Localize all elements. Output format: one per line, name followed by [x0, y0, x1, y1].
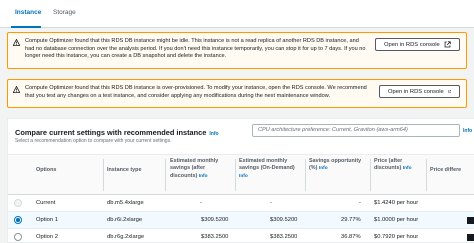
column-info-link[interactable]: Info	[239, 174, 248, 179]
cell-option: Option 2	[36, 234, 58, 240]
panel-title: Compare current settings with recommende…	[15, 128, 219, 137]
cell-savings-ondemand: $309.5200	[270, 217, 298, 223]
column-header-label: Estimated monthly savings (after discoun…	[170, 158, 219, 179]
tab-instance[interactable]: Instance	[15, 9, 41, 16]
open-rds-console-label: Open in RDS console	[384, 41, 440, 48]
external-link-icon	[444, 41, 451, 48]
column-header-label: Price (after discounts)	[374, 158, 403, 172]
open-rds-console-button-2[interactable]: Open in RDS console	[379, 85, 460, 98]
open-rds-console-label: Open in RDS console	[388, 88, 444, 95]
column-header-savings-after-discounts[interactable]: Estimated monthly savings (after discoun…	[170, 158, 230, 180]
cell-price: $0.7920 per hour	[374, 234, 419, 240]
panel-info-link[interactable]: Info	[209, 131, 218, 137]
tab-bar: Instance Storage	[0, 0, 474, 28]
column-header-price-difference[interactable]: Price differe	[430, 167, 461, 174]
cell-option: Option 1	[36, 217, 58, 223]
price-difference-bar	[467, 234, 474, 241]
open-rds-console-button-1[interactable]: Open in RDS console	[375, 38, 460, 51]
column-divider	[370, 159, 371, 191]
cell-price: $1.4240 per hour	[374, 200, 419, 206]
cell-savings-after: $309.5200	[201, 217, 229, 223]
active-tab-indicator	[11, 26, 41, 28]
warning-icon	[13, 86, 20, 93]
column-info-link[interactable]: Info	[199, 174, 208, 179]
cell-price: $1.0000 per hour	[374, 217, 419, 223]
preference-info-link[interactable]: Info	[463, 128, 472, 134]
cell-opportunity: 36.87%	[341, 234, 361, 240]
panel-subtitle: Select a recommendation option to compar…	[15, 138, 172, 144]
table-row[interactable]: Option 2 db.r6g.2xlarge $383.2500 $383.2…	[8, 229, 474, 243]
cell-option: Current	[36, 200, 56, 206]
column-info-link[interactable]: Info	[403, 166, 412, 171]
column-divider	[235, 159, 236, 191]
table-header: Options Instance type Estimated monthly …	[8, 154, 474, 195]
external-link-icon	[448, 90, 451, 93]
column-header-instance-type[interactable]: Instance type	[107, 167, 141, 174]
option-radio-1[interactable]	[14, 216, 22, 224]
cell-instance-type: db.m5.4xlarge	[107, 200, 144, 206]
compare-settings-panel: Compare current settings with recommende…	[7, 118, 474, 243]
column-header-savings-on-demand[interactable]: Estimated monthly savings (On-Demand) In…	[239, 158, 299, 180]
idle-warning-text: Compute Optimizer found that this RDS DB…	[25, 38, 366, 60]
cell-savings-ondemand: -	[270, 200, 272, 206]
tab-storage[interactable]: Storage	[53, 9, 76, 16]
column-info-link[interactable]: Info	[319, 166, 328, 171]
table-row[interactable]: Option 1 db.r6i.2xlarge $309.5200 $309.5…	[8, 212, 474, 229]
cell-savings-after: $383.2500	[201, 234, 229, 240]
app-root: Instance Storage Compute Optimizer found…	[0, 0, 474, 243]
column-divider	[165, 159, 166, 191]
option-radio-2[interactable]	[14, 233, 22, 241]
cell-instance-type: db.r6i.2xlarge	[107, 217, 143, 223]
overprovisioned-warning-text: Compute Optimizer found that this RDS DB…	[25, 85, 367, 99]
cell-savings-after: -	[200, 200, 202, 206]
column-header-savings-opportunity[interactable]: Savings opportunity (%) Info	[309, 158, 367, 173]
cell-opportunity: 29.77%	[341, 217, 361, 223]
column-header-price-after-discounts[interactable]: Price (after discounts) Info	[374, 158, 414, 173]
column-header-label: Estimated monthly savings (On-Demand)	[239, 158, 295, 172]
column-divider	[103, 159, 104, 191]
column-divider	[426, 159, 427, 191]
option-radio-current	[14, 199, 22, 207]
column-header-label: Savings opportunity (%)	[309, 158, 362, 172]
cell-savings-ondemand: $383.2500	[270, 234, 298, 240]
cell-opportunity: -	[359, 200, 361, 206]
price-difference-bar	[467, 217, 474, 224]
overprovisioned-warning-alert: Compute Optimizer found that this RDS DB…	[7, 79, 467, 108]
warning-icon	[13, 39, 20, 46]
panel-title-text: Compare current settings with recommende…	[15, 128, 207, 137]
cell-instance-type: db.r6g.2xlarge	[107, 234, 145, 240]
table-row[interactable]: Current db.m5.4xlarge - - - $1.4240 per …	[8, 195, 474, 212]
cpu-architecture-preference-select[interactable]: CPU architecture preference: Current, Gr…	[252, 124, 460, 137]
column-header-options[interactable]: Options	[36, 167, 56, 174]
column-divider	[305, 159, 306, 191]
idle-warning-alert: Compute Optimizer found that this RDS DB…	[7, 32, 467, 69]
